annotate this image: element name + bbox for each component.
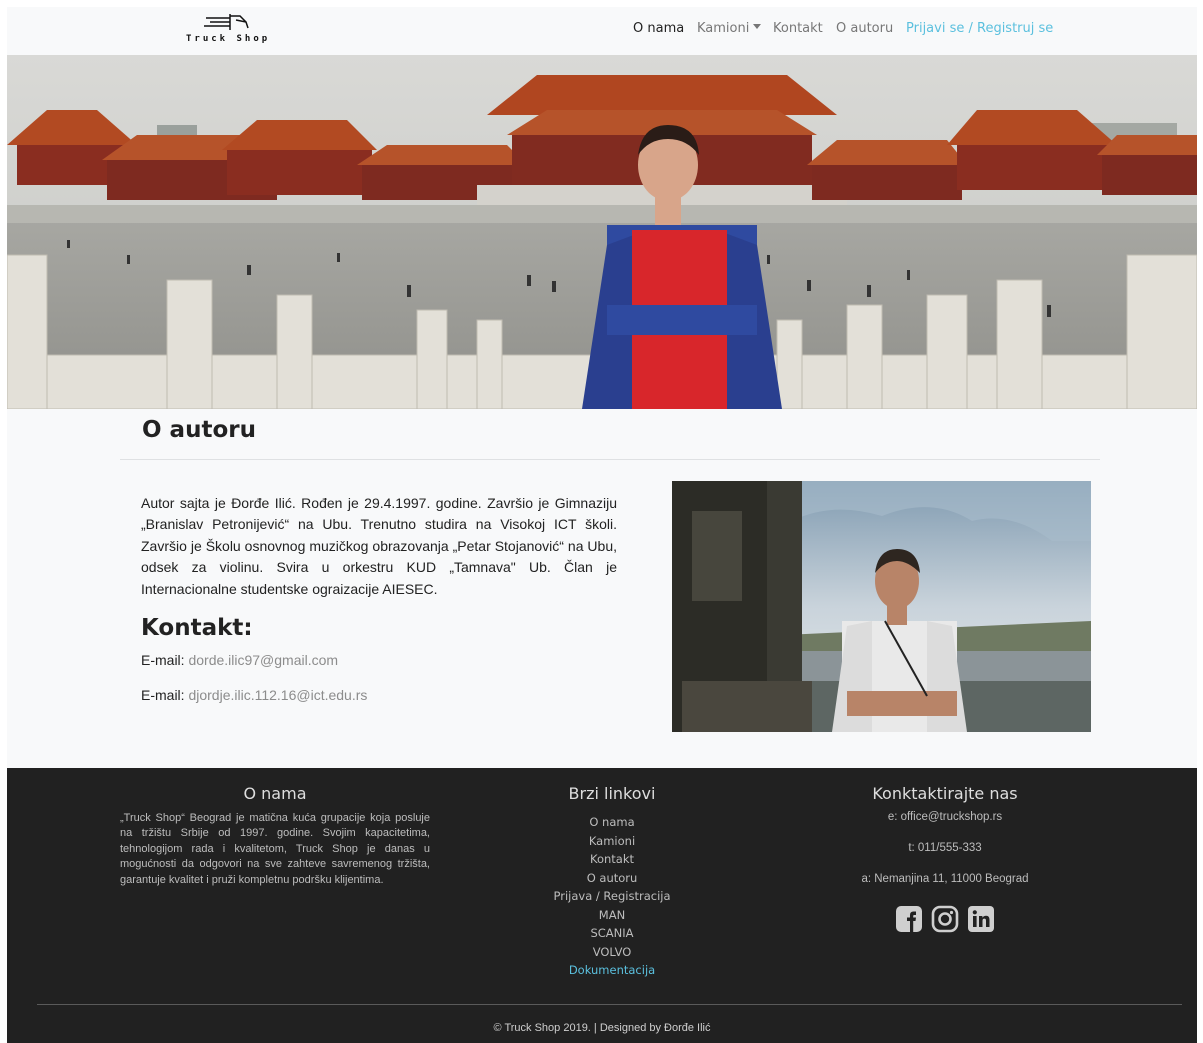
- footer-divider: [37, 1004, 1182, 1005]
- footer-about-text: „Truck Shop“ Beograd je matična kuća gru…: [120, 812, 430, 886]
- email-label: E-mail:: [141, 687, 185, 703]
- footer-link-o-autoru[interactable]: O autoru: [512, 869, 712, 888]
- footer-link-scania[interactable]: SCANIA: [512, 924, 712, 943]
- email-label: E-mail:: [141, 652, 185, 668]
- footer-link-dokumentacija[interactable]: Dokumentacija: [512, 961, 712, 980]
- email-link[interactable]: dorde.ilic97@gmail.com: [188, 652, 338, 668]
- chevron-down-icon: [753, 24, 762, 29]
- navbar: Truck Shop O nama Kamioni Kontakt O auto…: [7, 7, 1197, 55]
- footer-contact-email: e: office@truckshop.rs: [887, 811, 1003, 823]
- nav-kamioni-dropdown[interactable]: Kamioni: [697, 21, 762, 36]
- footer-contact-phone: t: 011/555-333: [908, 842, 982, 854]
- footer-links-title: Brzi linkovi: [568, 784, 656, 803]
- footer: O nama „Truck Shop“ Beograd je matična k…: [7, 768, 1197, 1043]
- author-bio: Autor sajta je Đorđe Ilić. Rođen je 29.4…: [141, 495, 617, 597]
- nav-o-autoru[interactable]: O autoru: [836, 21, 893, 36]
- facebook-icon[interactable]: [895, 905, 923, 933]
- footer-quick-links: O nama Kamioni Kontakt O autoru Prijava …: [512, 813, 712, 980]
- page-frame: Truck Shop O nama Kamioni Kontakt O auto…: [7, 7, 1197, 1043]
- footer-contact-address: a: Nemanjina 11, 11000 Beograd: [861, 873, 1029, 885]
- brand-logo[interactable]: Truck Shop: [184, 10, 274, 50]
- contact-email-1: E-mail: dorde.ilic97@gmail.com: [141, 652, 338, 668]
- author-photo: [672, 481, 1091, 732]
- footer-link-prijava[interactable]: Prijava / Registracija: [512, 887, 712, 906]
- section-divider: [120, 459, 1100, 460]
- email-link[interactable]: djordje.ilic.112.16@ict.edu.rs: [188, 687, 367, 703]
- instagram-icon[interactable]: [931, 905, 959, 933]
- copyright: © Truck Shop 2019. | Designed by Đorđe I…: [493, 1022, 711, 1034]
- truck-logo-icon: [204, 14, 249, 30]
- footer-link-kontakt[interactable]: Kontakt: [512, 850, 712, 869]
- footer-link-man[interactable]: MAN: [512, 906, 712, 925]
- author-photo-image: [672, 481, 1091, 732]
- footer-link-o-nama[interactable]: O nama: [512, 813, 712, 832]
- footer-link-kamioni[interactable]: Kamioni: [512, 832, 712, 851]
- brand-name: Truck Shop: [186, 34, 271, 44]
- footer-link-volvo[interactable]: VOLVO: [512, 943, 712, 962]
- nav-login-register[interactable]: Prijavi se / Registruj se: [906, 21, 1053, 36]
- nav-o-nama[interactable]: O nama: [633, 21, 684, 36]
- linkedin-icon[interactable]: [967, 905, 995, 933]
- contact-email-2: E-mail: djordje.ilic.112.16@ict.edu.rs: [141, 687, 367, 703]
- nav-kamioni-label: Kamioni: [697, 21, 750, 36]
- footer-about-title: O nama: [243, 784, 307, 803]
- contact-heading: Kontakt:: [141, 615, 253, 641]
- footer-contact-title: Konktaktirajte nas: [872, 784, 1018, 803]
- hero-photo: [7, 55, 1197, 409]
- nav-kontakt[interactable]: Kontakt: [773, 21, 823, 36]
- hero-image: [7, 55, 1197, 409]
- page-title: O autoru: [142, 417, 256, 443]
- social-links: [895, 905, 995, 933]
